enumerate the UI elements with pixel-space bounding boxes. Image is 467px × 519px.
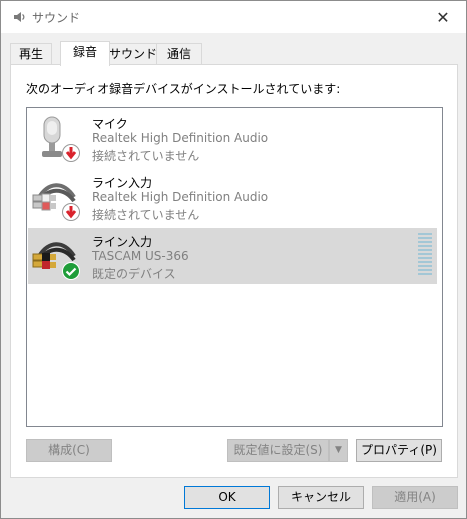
- device-list-description: 次のオーディオ録音デバイスがインストールされています:: [26, 82, 341, 96]
- set-default-dropdown-button[interactable]: ▼: [329, 439, 348, 462]
- window-title: サウンド: [32, 11, 81, 25]
- tab-recording[interactable]: 録音: [60, 41, 110, 66]
- device-list[interactable]: マイク Realtek High Definition Audio 接続されてい…: [26, 107, 443, 427]
- disconnected-badge-icon: [62, 203, 80, 224]
- device-status: 接続されていません: [92, 208, 200, 222]
- microphone-icon: [30, 112, 82, 164]
- tab-communications[interactable]: 通信: [156, 43, 202, 65]
- device-driver: Realtek High Definition Audio: [92, 131, 269, 145]
- list-item[interactable]: マイク Realtek High Definition Audio 接続されてい…: [28, 110, 437, 166]
- properties-button[interactable]: プロパティ(P): [356, 439, 442, 462]
- line-in-cable-icon: [30, 171, 82, 223]
- list-item[interactable]: ライン入力 Realtek High Definition Audio 接続され…: [28, 169, 437, 225]
- list-item[interactable]: ライン入力 TASCAM US-366 既定のデバイス: [28, 228, 437, 284]
- device-name: ライン入力: [92, 235, 153, 249]
- device-driver: TASCAM US-366: [92, 249, 189, 263]
- close-icon: ✕: [436, 7, 450, 27]
- device-status: 既定のデバイス: [92, 267, 176, 281]
- close-button[interactable]: ✕: [420, 1, 466, 33]
- cancel-button[interactable]: キャンセル: [278, 486, 364, 509]
- level-meter: [418, 233, 432, 275]
- ok-button[interactable]: OK: [184, 486, 270, 509]
- device-name: マイク: [92, 117, 128, 131]
- recording-panel: 次のオーディオ録音デバイスがインストールされています: マイク Realtek …: [10, 64, 458, 478]
- device-name: ライン入力: [92, 176, 153, 190]
- set-default-button[interactable]: 既定値に設定(S): [227, 439, 329, 462]
- apply-button[interactable]: 適用(A): [372, 486, 458, 509]
- device-driver: Realtek High Definition Audio: [92, 190, 269, 204]
- tab-playback[interactable]: 再生: [10, 43, 52, 65]
- device-status: 接続されていません: [92, 149, 200, 163]
- chevron-down-icon: ▼: [335, 445, 342, 455]
- disconnected-badge-icon: [62, 144, 80, 165]
- default-device-check-icon: [62, 262, 80, 283]
- speaker-icon: [11, 9, 27, 25]
- configure-button[interactable]: 構成(C): [26, 439, 112, 462]
- tab-sounds[interactable]: サウンド: [108, 43, 158, 65]
- title-bar[interactable]: サウンド ✕: [1, 1, 466, 33]
- sound-dialog: サウンド ✕ 再生 録音 サウンド 通信 次のオーディオ録音デバイスがインストー…: [0, 0, 467, 519]
- line-in-cable-icon: [30, 230, 82, 282]
